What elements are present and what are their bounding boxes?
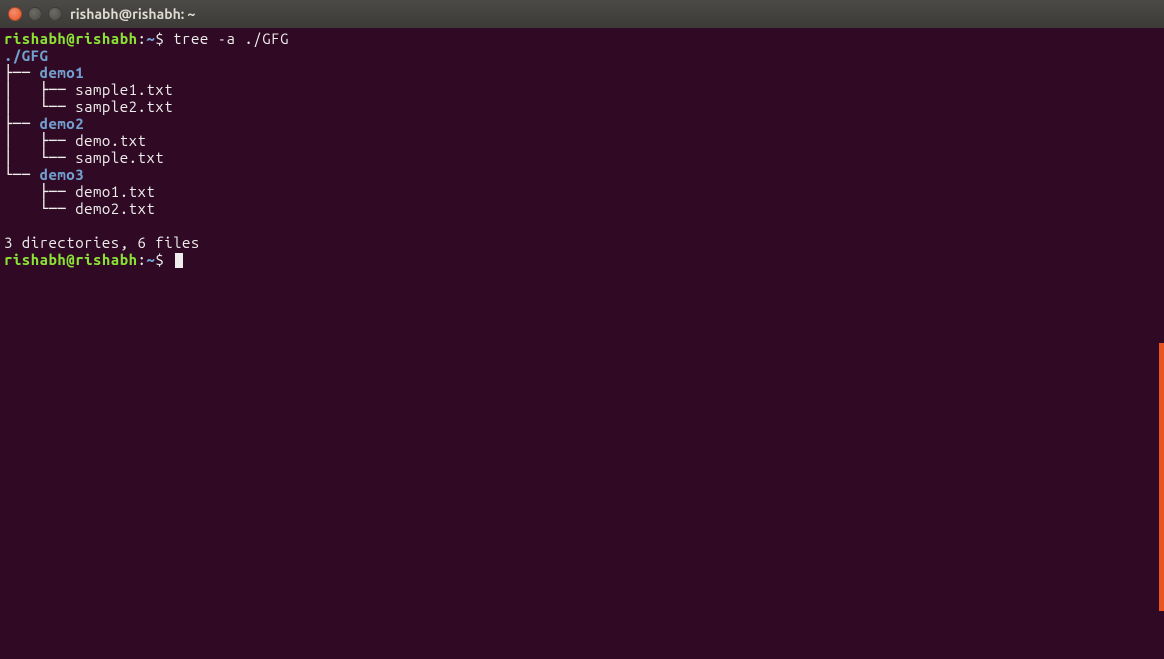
tree-dir: demo3 bbox=[40, 166, 85, 183]
tree-line: │ ├── sample1.txt bbox=[4, 81, 173, 98]
tree-file: sample.txt bbox=[75, 149, 164, 166]
prompt-dollar: $ bbox=[155, 30, 173, 47]
tree-prefix: │ ├── bbox=[4, 81, 75, 98]
tree-dir: demo1 bbox=[40, 64, 85, 81]
prompt-user: rishabh@rishabh bbox=[4, 30, 138, 47]
tree-prefix: │ └── bbox=[4, 98, 75, 115]
tree-prefix: ├── bbox=[4, 115, 40, 132]
command-text: tree -a ./GFG bbox=[173, 30, 289, 47]
tree-prefix: └── bbox=[4, 200, 75, 217]
terminal-body[interactable]: rishabh@rishabh:~$ tree -a ./GFG ./GFG ├… bbox=[0, 28, 1164, 270]
tree-prefix: │ └── bbox=[4, 149, 75, 166]
prompt-user: rishabh@rishabh bbox=[4, 251, 138, 268]
tree-file: demo2.txt bbox=[75, 200, 155, 217]
tree-dir: demo2 bbox=[40, 115, 85, 132]
prompt-line-2: rishabh@rishabh:~$ bbox=[4, 251, 183, 268]
title-bar: rishabh@rishabh: ~ bbox=[0, 0, 1164, 28]
window-controls bbox=[8, 7, 62, 21]
prompt-path: ~ bbox=[146, 251, 155, 268]
tree-file: demo.txt bbox=[75, 132, 146, 149]
tree-prefix: │ ├── bbox=[4, 132, 75, 149]
tree-prefix: ├── bbox=[4, 64, 40, 81]
tree-line: │ ├── demo.txt bbox=[4, 132, 146, 149]
prompt-dollar: $ bbox=[155, 251, 173, 268]
close-icon[interactable] bbox=[8, 7, 22, 21]
minimize-icon[interactable] bbox=[28, 7, 42, 21]
tree-line: └── demo3 bbox=[4, 166, 84, 183]
tree-prefix: └── bbox=[4, 166, 40, 183]
tree-line: ├── demo1.txt bbox=[4, 183, 155, 200]
scroll-indicator bbox=[1159, 343, 1164, 611]
prompt-line-1: rishabh@rishabh:~$ tree -a ./GFG bbox=[4, 30, 289, 47]
window-title: rishabh@rishabh: ~ bbox=[70, 6, 195, 22]
tree-root: ./GFG bbox=[4, 47, 49, 64]
tree-line: ├── demo1 bbox=[4, 64, 84, 81]
cursor-icon bbox=[175, 253, 183, 268]
tree-file: demo1.txt bbox=[75, 183, 155, 200]
tree-line: ├── demo2 bbox=[4, 115, 84, 132]
tree-summary: 3 directories, 6 files bbox=[4, 234, 200, 251]
tree-line: │ └── sample.txt bbox=[4, 149, 164, 166]
tree-file: sample1.txt bbox=[75, 81, 173, 98]
prompt-path: ~ bbox=[146, 30, 155, 47]
maximize-icon[interactable] bbox=[48, 7, 62, 21]
tree-file: sample2.txt bbox=[75, 98, 173, 115]
tree-prefix: ├── bbox=[4, 183, 75, 200]
tree-line: └── demo2.txt bbox=[4, 200, 155, 217]
tree-line: │ └── sample2.txt bbox=[4, 98, 173, 115]
